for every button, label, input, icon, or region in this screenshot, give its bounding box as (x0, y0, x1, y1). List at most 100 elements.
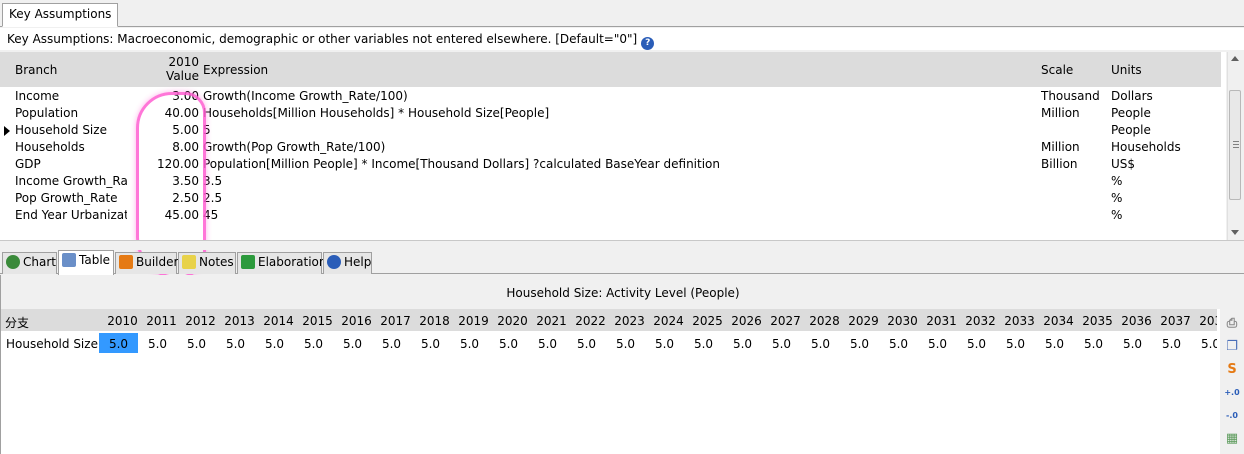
year-header[interactable]: 2025 (688, 314, 727, 328)
grid-scrollbar[interactable] (1227, 52, 1242, 240)
year-header[interactable]: 2024 (649, 314, 688, 328)
export-icon[interactable]: S (1223, 361, 1241, 379)
year-header[interactable]: 2026 (727, 314, 766, 328)
value-cell[interactable]: 5.0 (957, 337, 996, 351)
value-cell[interactable]: 5.0 (177, 337, 216, 351)
expression-cell[interactable]: 3.5 (203, 174, 1033, 188)
grid-options-icon[interactable]: ▦ (1223, 430, 1241, 448)
year-header[interactable]: 2010 (103, 314, 142, 328)
scroll-thumb[interactable] (1229, 90, 1241, 200)
value-cell[interactable]: 5.0 (1152, 337, 1191, 351)
branch-cell[interactable]: Household Size (15, 123, 127, 137)
value-cell[interactable]: 5.0 (801, 337, 840, 351)
branch-cell[interactable]: GDP (15, 157, 127, 171)
value-cell[interactable]: 5.0 (840, 337, 879, 351)
help-icon[interactable]: ? (641, 37, 655, 50)
panel-splitter[interactable] (0, 240, 1244, 250)
value-cell[interactable]: 5.0 (645, 337, 684, 351)
year-header[interactable]: 2019 (454, 314, 493, 328)
branch-cell[interactable]: Population (15, 106, 127, 120)
header-branch[interactable]: Branch (15, 63, 57, 77)
tab-chart[interactable]: Chart (2, 252, 57, 274)
year-header[interactable]: 2032 (961, 314, 1000, 328)
value-cell[interactable]: 5.0 (489, 337, 528, 351)
value-cell[interactable]: 5.0 (996, 337, 1035, 351)
units-cell[interactable]: Households (1111, 140, 1211, 154)
copy-icon[interactable]: ❐ (1223, 338, 1241, 356)
value-cell[interactable]: 5.0 (1074, 337, 1113, 351)
units-cell[interactable]: People (1111, 106, 1211, 120)
scroll-up-icon[interactable] (1231, 56, 1239, 61)
value-cell[interactable]: 5.0 (99, 333, 138, 353)
year-header[interactable]: 2038 (1195, 314, 1217, 328)
value-cell[interactable]: 5.0 (138, 337, 177, 351)
year-header[interactable]: 2014 (259, 314, 298, 328)
value-cell[interactable]: 5.0 (333, 337, 372, 351)
value-cell[interactable]: 5.0 (1113, 337, 1152, 351)
value-cell[interactable]: 5.0 (567, 337, 606, 351)
value-cell[interactable]: 5.0 (450, 337, 489, 351)
year-header[interactable]: 2017 (376, 314, 415, 328)
branch-cell[interactable]: Pop Growth_Rate (15, 191, 127, 205)
year-header[interactable]: 2015 (298, 314, 337, 328)
year-header[interactable]: 2022 (571, 314, 610, 328)
year-header[interactable]: 2028 (805, 314, 844, 328)
year-header[interactable]: 2027 (766, 314, 805, 328)
decrease-decimals-icon[interactable]: -.0 (1223, 407, 1241, 425)
value-cell[interactable]: 5.0 (879, 337, 918, 351)
year-header[interactable]: 2013 (220, 314, 259, 328)
header-value-year[interactable]: 2010 (124, 55, 199, 69)
year-header[interactable]: 2037 (1156, 314, 1195, 328)
year-header[interactable]: 2018 (415, 314, 454, 328)
tab-notes[interactable]: Notes (178, 252, 236, 274)
expression-cell[interactable]: 2.5 (203, 191, 1033, 205)
tab-elaboration[interactable]: Elaboration (237, 252, 327, 274)
branch-cell[interactable]: Income Growth_Rate (15, 174, 127, 188)
year-header[interactable]: 2016 (337, 314, 376, 328)
branch-cell[interactable]: End Year Urbanization (15, 208, 127, 222)
value-cell[interactable]: 5.0 (255, 337, 294, 351)
value-cell[interactable]: 5.0 (528, 337, 567, 351)
year-header[interactable]: 2036 (1117, 314, 1156, 328)
tab-key-assumptions[interactable]: Key Assumptions (2, 3, 119, 27)
units-cell[interactable]: People (1111, 123, 1211, 137)
expression-cell[interactable]: Households[Million Households] * Househo… (203, 106, 1033, 120)
value-cell[interactable]: 5.0 (918, 337, 957, 351)
scale-cell[interactable]: Million (1041, 106, 1106, 120)
value-cell[interactable]: 5.0 (1191, 337, 1217, 351)
header-expression[interactable]: Expression (203, 63, 268, 77)
units-cell[interactable]: % (1111, 174, 1211, 188)
branch-cell[interactable]: Households (15, 140, 127, 154)
value-cell[interactable]: 5.0 (762, 337, 801, 351)
table-row[interactable]: Household Size 5.0 5.0 5.0 5.0 5.0 5.0 5.0 5.0 5… (1, 333, 1217, 355)
print-icon[interactable]: ⎙ (1223, 315, 1241, 333)
year-header[interactable]: 2020 (493, 314, 532, 328)
year-header[interactable]: 2033 (1000, 314, 1039, 328)
value-cell[interactable]: 5.0 (723, 337, 762, 351)
expression-cell[interactable]: 45 (203, 208, 1033, 222)
scale-cell[interactable]: Thousand (1041, 89, 1106, 103)
units-cell[interactable]: % (1111, 191, 1211, 205)
year-header[interactable]: 2023 (610, 314, 649, 328)
value-cell[interactable]: 5.0 (372, 337, 411, 351)
expression-cell[interactable]: 5 (203, 123, 1033, 137)
header-value[interactable]: Value (124, 69, 199, 83)
scale-cell[interactable]: Million (1041, 140, 1106, 154)
value-cell[interactable]: 5.0 (294, 337, 333, 351)
units-cell[interactable]: Dollars (1111, 89, 1211, 103)
expression-cell[interactable]: Growth(Income Growth_Rate/100) (203, 89, 1033, 103)
value-cell[interactable]: 5.0 (216, 337, 255, 351)
branch-cell[interactable]: Income (15, 89, 127, 103)
year-header[interactable]: 2035 (1078, 314, 1117, 328)
tab-table[interactable]: Table (58, 250, 114, 275)
header-scale[interactable]: Scale (1041, 63, 1073, 77)
increase-decimals-icon[interactable]: +.0 (1223, 384, 1241, 402)
year-header[interactable]: 2011 (142, 314, 181, 328)
expression-cell[interactable]: Growth(Pop Growth_Rate/100) (203, 140, 1033, 154)
tab-builder[interactable]: Builder (115, 252, 178, 274)
scale-cell[interactable]: Billion (1041, 157, 1106, 171)
value-cell[interactable]: 5.0 (411, 337, 450, 351)
header-units[interactable]: Units (1111, 63, 1142, 77)
value-cell[interactable]: 5.0 (684, 337, 723, 351)
units-cell[interactable]: % (1111, 208, 1211, 222)
